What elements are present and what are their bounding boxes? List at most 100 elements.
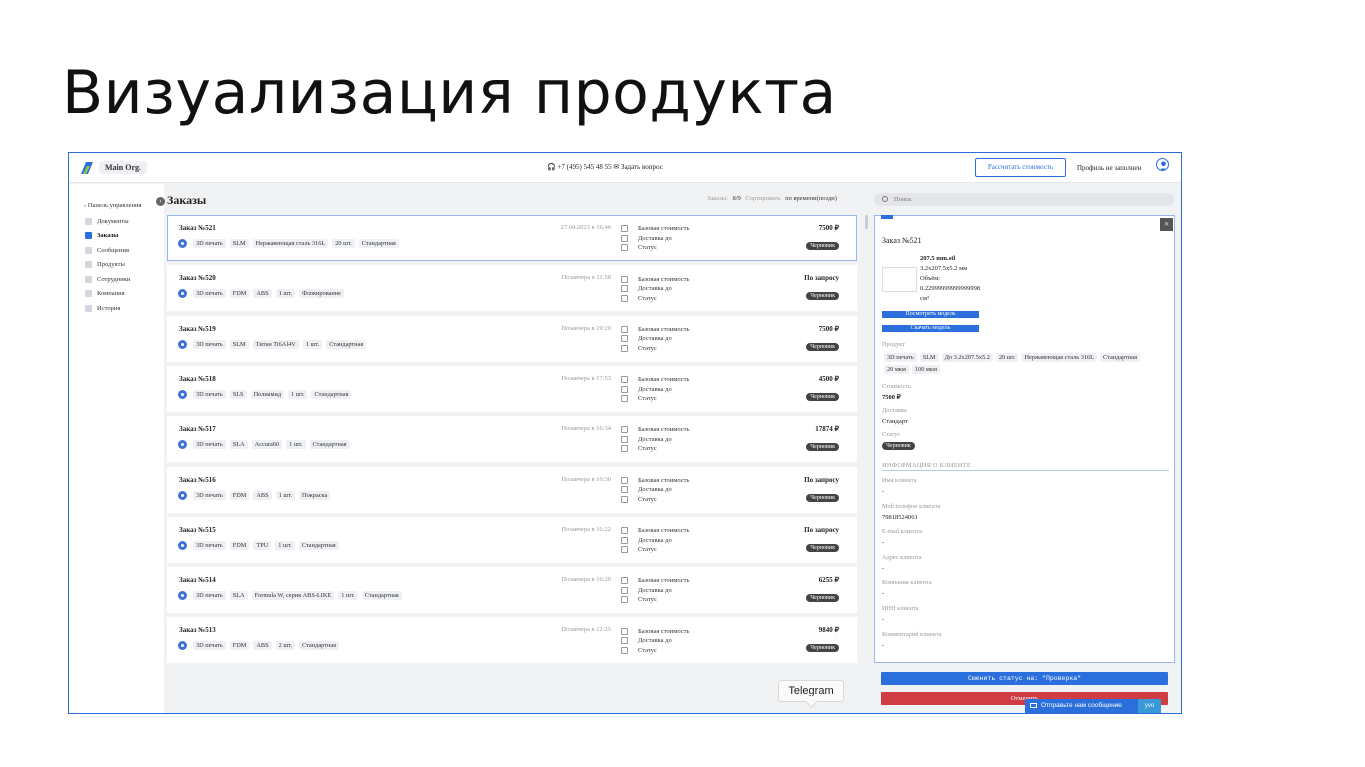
base-cost-label: Базовая стоимость <box>638 376 690 384</box>
sidebar-item-history[interactable]: История <box>85 301 130 316</box>
order-tags: 3D печать SLA Accura60 1 шт. Стандартная <box>178 440 354 450</box>
order-tag: Титан Ti6Al4V <box>252 339 299 349</box>
clipboard-icon <box>85 232 92 240</box>
order-card[interactable]: Заказ №517 Позавчера в 16:34 3D печать SLA A… <box>167 416 857 463</box>
clipboard-icon <box>621 495 628 503</box>
client-field-label: ИНН клиента <box>882 605 919 612</box>
back-to-dashboard-link[interactable]: ‹ Панель управления <box>84 202 142 209</box>
order-date: Позавчера в 16:30 <box>561 475 611 483</box>
client-field-value: 79818524061 <box>882 513 918 521</box>
status-label: Статус <box>638 495 657 503</box>
order-price: По запросу <box>804 274 839 283</box>
clipboard-icon <box>621 344 628 352</box>
order-date: 27.04.2023 в 16:46 <box>560 224 611 231</box>
truck-icon <box>621 486 628 494</box>
delivery-value: Стандарт <box>882 418 908 425</box>
sidebar-item-label: Продукты <box>97 261 125 269</box>
truck-icon <box>621 234 628 242</box>
sort-dropdown[interactable]: по времени(поздн) <box>785 195 837 202</box>
download-model-button[interactable]: Скачать модель <box>882 325 979 332</box>
change-status-button[interactable]: Сменить статус на: "Проверка" <box>881 672 1168 685</box>
order-date: Позавчера в 16:20 <box>561 576 611 584</box>
clipboard-icon <box>621 445 628 453</box>
search-box[interactable] <box>874 193 1174 206</box>
delivery-label: Доставка до <box>638 637 672 645</box>
order-date: Позавчера в 17:53 <box>561 374 611 382</box>
sidebar-item-messages[interactable]: Сообщения <box>85 243 130 258</box>
order-card[interactable]: Заказ №513 Позавчера в 12:25 3D печать FDM A… <box>167 617 857 664</box>
order-fields: Базовая стоимость Доставка до Статус <box>621 425 689 454</box>
order-tags: 3D печать FDM ABS 1 шт. Покраска <box>178 490 334 500</box>
delivery-label: Доставка до <box>638 385 672 393</box>
scrollbar[interactable] <box>865 215 868 229</box>
file-dimensions: 3.2x207.5x5.2 мм <box>920 265 968 272</box>
user-avatar-icon[interactable] <box>1156 158 1169 171</box>
order-card[interactable]: Заказ №514 Позавчера в 16:20 3D печать SLA F… <box>167 567 857 614</box>
order-card[interactable]: Заказ №518 Позавчера в 17:53 3D печать SLS П… <box>167 365 857 412</box>
sidebar-item-label: Компания <box>97 290 125 298</box>
order-tag: FDM <box>229 490 250 500</box>
collapse-sidebar-button[interactable]: ‹ <box>156 197 165 206</box>
order-tags: 3D печать FDM TPU 1 шт. Стандартная <box>178 540 343 550</box>
sidebar-item-orders[interactable]: Заказы <box>85 229 130 244</box>
order-card[interactable]: Заказ №521 27.04.2023 в 16:46 3D печать SLM… <box>167 215 857 261</box>
client-field-value: - <box>882 616 885 623</box>
order-tag: TPU <box>253 540 272 550</box>
order-detail-panel: × Заказ №521 207.5 mm.stl 3.2x207.5x5.2 … <box>874 215 1175 663</box>
order-tag: FDM <box>229 540 250 550</box>
truck-icon <box>621 435 628 443</box>
clipboard-icon <box>621 294 628 302</box>
tag-icon <box>621 627 628 635</box>
order-number: Заказ №521 <box>179 224 216 232</box>
close-icon[interactable]: × <box>1160 218 1173 231</box>
client-field-value: - <box>882 590 885 598</box>
order-card[interactable]: Заказ №515 Позавчера в 16:22 3D печать FDM T… <box>167 516 857 563</box>
search-input[interactable] <box>894 194 1164 205</box>
tag-icon <box>621 426 628 434</box>
status-label: Статус <box>638 344 657 352</box>
status-badge: Черновик <box>806 342 839 351</box>
profile-link[interactable]: Профиль не заполнен <box>1077 164 1141 172</box>
logo-icon[interactable] <box>81 162 93 174</box>
status-badge: Черновик <box>806 292 839 301</box>
order-number: Заказ №520 <box>179 274 216 283</box>
order-fields: Базовая стоимость Доставка до Статус <box>621 325 689 354</box>
order-price: По запросу <box>804 475 839 484</box>
base-cost-label: Базовая стоимость <box>638 325 690 333</box>
order-tag: Стандартная <box>326 339 367 349</box>
order-tag: 3D печать <box>193 591 226 601</box>
order-tag: 1 шт. <box>275 490 296 500</box>
history-icon <box>85 304 92 312</box>
product-tag: До 3.2x207.5x5.2 <box>941 353 993 362</box>
org-selector[interactable]: Main Org. <box>99 161 147 174</box>
contact-info[interactable]: 🎧 +7 (495) 545 48 55 ✉ Задать вопрос <box>547 163 663 171</box>
status-label: Статус <box>638 395 657 403</box>
chat-widget[interactable]: Отправьте нам сообщение yvo <box>1025 699 1161 713</box>
order-card[interactable]: Заказ №520 Позавчера в 11:58 3D печать FDM A… <box>167 265 857 312</box>
base-cost-label: Базовая стоимость <box>638 627 690 635</box>
printer-icon <box>178 389 187 399</box>
status-label: Статус <box>638 244 657 252</box>
order-tag: 20 шт. <box>332 239 355 248</box>
printer-icon <box>178 239 187 248</box>
product-tag: 3D печать <box>884 353 917 362</box>
order-price: 17874 ₽ <box>815 425 839 434</box>
order-tag: Formula W, серия ABS-LIKE <box>251 591 335 601</box>
printer-icon <box>178 440 187 450</box>
status-label: Статус <box>638 596 657 604</box>
order-fields: Базовая стоимость Доставка до Статус <box>621 576 689 605</box>
sidebar-item-employees[interactable]: Сотрудники <box>85 272 130 287</box>
order-card[interactable]: Заказ №519 Позавчера в 19:20 3D печать SLM Т… <box>167 315 857 362</box>
mail-icon <box>1030 703 1037 708</box>
order-date: Позавчера в 16:22 <box>561 525 611 533</box>
sidebar-item-documents[interactable]: Документы <box>85 214 130 229</box>
sidebar-item-company[interactable]: Компания <box>85 287 130 302</box>
calculate-cost-button[interactable]: Рассчитать стоимость <box>975 158 1066 177</box>
order-card[interactable]: Заказ №516 Позавчера в 16:30 3D печать FDM A… <box>167 466 857 513</box>
model-thumbnail[interactable] <box>882 267 917 292</box>
view-model-button[interactable]: Посмотреть модель <box>882 311 979 318</box>
sidebar-item-products[interactable]: Продукты <box>85 258 130 273</box>
order-tags: 3D печать SLM Нержавеющая сталь 316L 20 шт.… <box>178 239 403 248</box>
delivery-label: Доставка до <box>638 435 672 443</box>
order-fields: Базовая стоимость Доставка до Статус <box>621 626 689 655</box>
